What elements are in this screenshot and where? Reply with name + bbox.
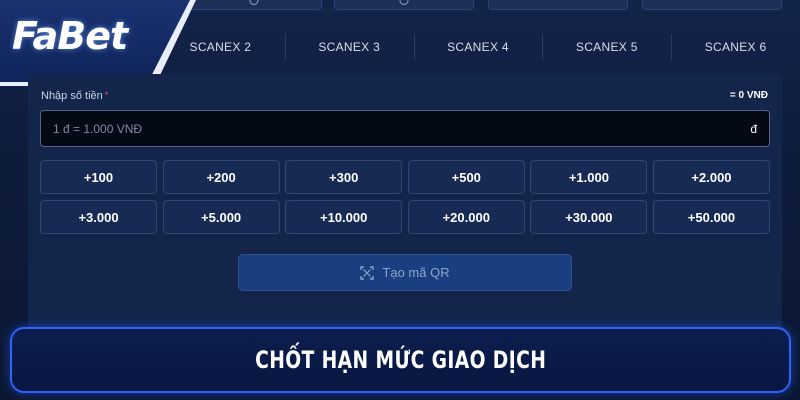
top-button-3[interactable] (488, 0, 628, 10)
amount-input[interactable] (53, 121, 751, 136)
amount-field[interactable]: đ (40, 110, 770, 147)
top-button-2[interactable] (334, 0, 474, 10)
circle-icon (399, 0, 409, 5)
create-qr-label: Tạo mã QR (382, 265, 450, 280)
banner: CHỐT HẠN MỨC GIAO DỊCH (10, 327, 791, 393)
circle-icon (249, 0, 259, 5)
amount-label-text: Nhập số tiền (41, 90, 103, 102)
fabet-logo: FaBet (12, 14, 128, 58)
amount-label: Nhập số tiền * (41, 90, 108, 102)
create-qr-button[interactable]: Tạo mã QR (238, 254, 572, 291)
tab-scanex-5[interactable]: SCANEX 5 (542, 28, 671, 66)
quick-amount-button[interactable]: +2.000 (652, 160, 770, 194)
quick-amount-button[interactable]: +500 (407, 160, 525, 194)
quick-amount-button[interactable]: +30.000 (530, 200, 648, 234)
qr-scan-icon (360, 265, 375, 280)
quick-amount-button[interactable]: +3.000 (40, 200, 157, 234)
quick-amount-button[interactable]: +200 (162, 160, 280, 194)
top-button-4[interactable] (642, 0, 782, 10)
quick-amount-button[interactable]: +10.000 (285, 200, 403, 234)
tab-scanex-3[interactable]: SCANEX 3 (284, 28, 414, 66)
tab-scanex-6[interactable]: SCANEX 6 (671, 28, 800, 66)
quick-amount-button[interactable]: +20.000 (407, 200, 525, 234)
banner-title: CHỐT HẠN MỨC GIAO DỊCH (254, 346, 547, 374)
quick-amount-button[interactable]: +5.000 (162, 200, 280, 234)
required-mark: * (104, 90, 109, 100)
quick-amount-grid: +100 +200 +300 +500 +1.000 +2.000 +3.000… (40, 160, 770, 234)
top-button-1[interactable] (186, 0, 322, 10)
scanex-tabs: SCANEX 2 SCANEX 3 SCANEX 4 SCANEX 5 SCAN… (156, 28, 800, 66)
currency-symbol: đ (750, 121, 757, 136)
quick-amount-button[interactable]: +1.000 (530, 160, 648, 194)
amount-total: = 0 VNĐ (729, 90, 768, 101)
tab-scanex-4[interactable]: SCANEX 4 (413, 28, 543, 66)
quick-amount-button[interactable]: +300 (285, 160, 403, 194)
quick-amount-button[interactable]: +50.000 (652, 200, 770, 234)
quick-amount-button[interactable]: +100 (40, 160, 157, 194)
